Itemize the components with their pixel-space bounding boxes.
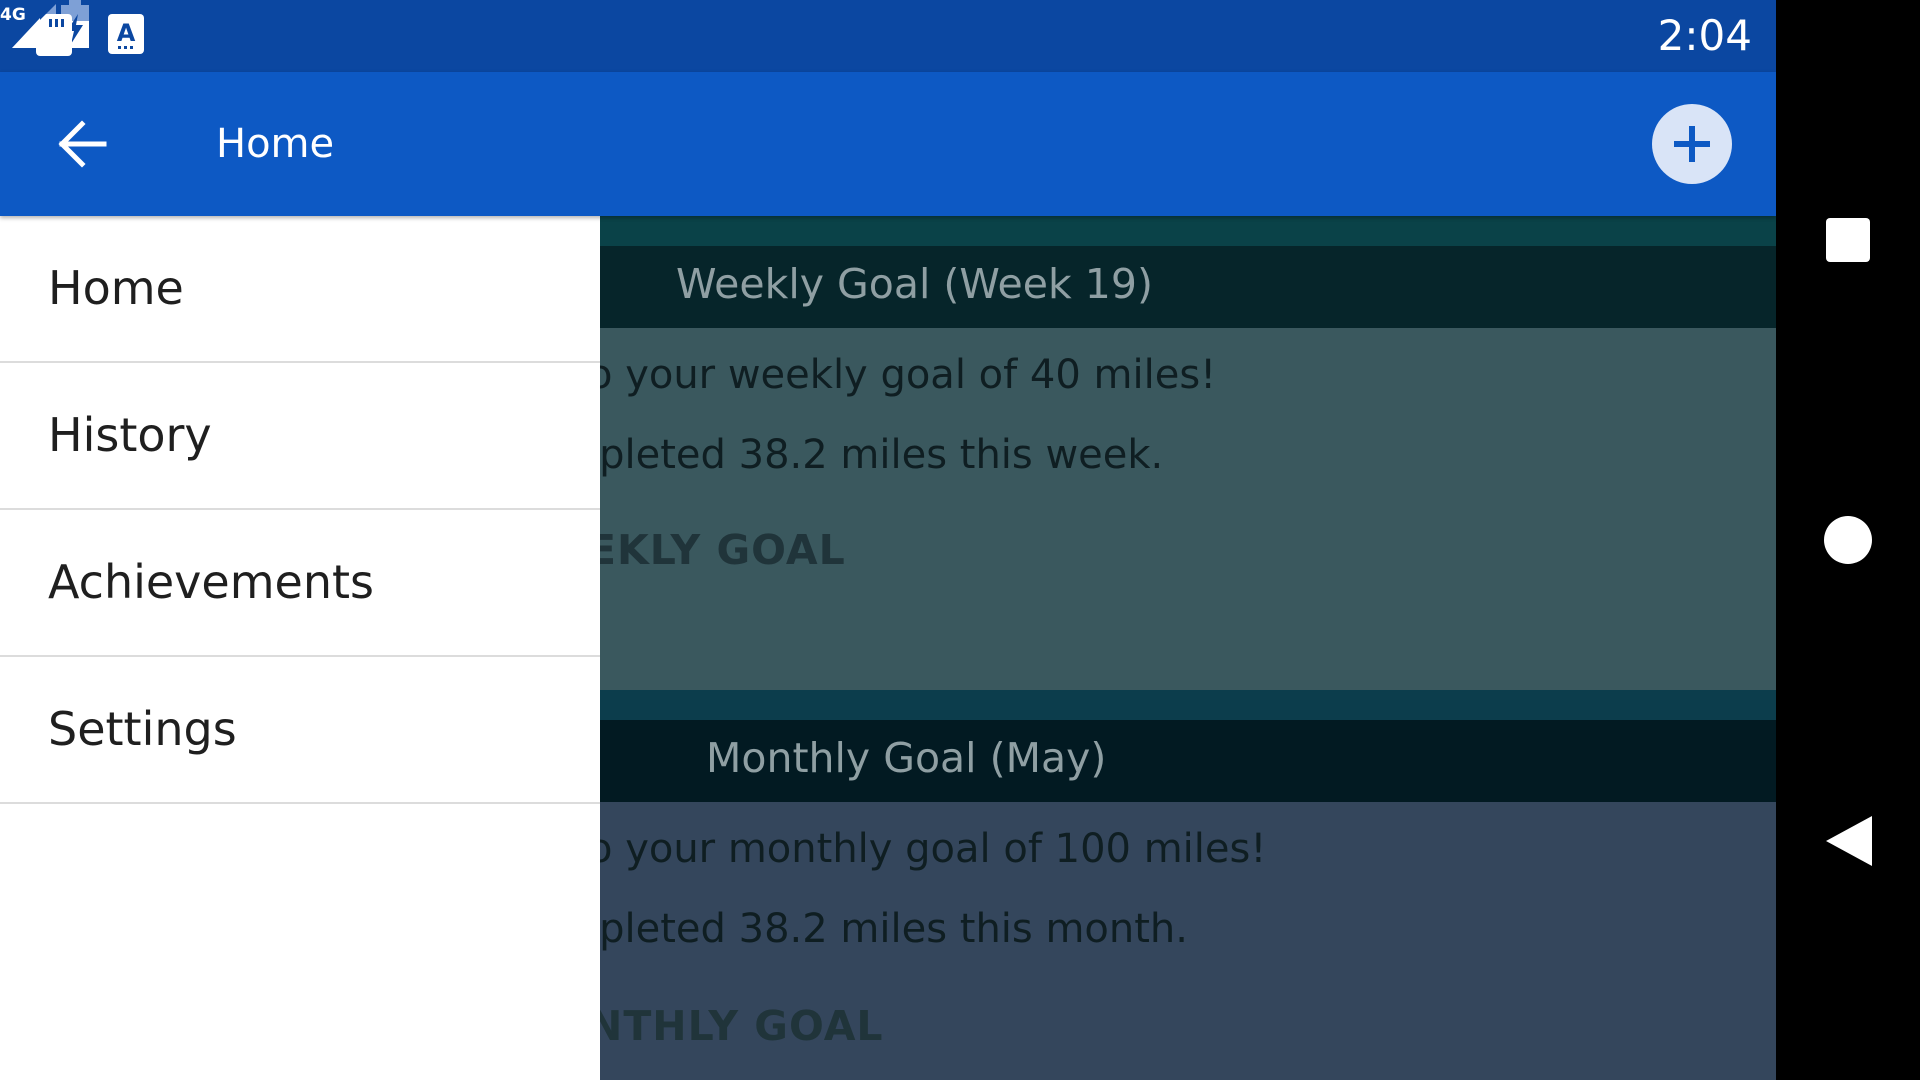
system-nav-bar (1776, 0, 1920, 1080)
drawer-item-label: Settings (48, 702, 237, 756)
drawer-item-achievements[interactable]: Achievements (0, 510, 600, 657)
monthly-goal-title: Monthly Goal (May) (706, 734, 1107, 782)
plus-icon (1674, 126, 1710, 162)
weekly-goal-text: o your weekly goal of 40 miles! (588, 352, 1217, 398)
back-icon[interactable] (1824, 816, 1872, 866)
back-button[interactable] (42, 108, 122, 180)
keyboard-icon: A (108, 14, 144, 54)
navigation-drawer: Home History Achievements Settings (0, 216, 600, 1080)
drawer-item-label: History (48, 408, 212, 462)
arrow-left-icon (58, 120, 107, 168)
drawer-item-history[interactable]: History (0, 363, 600, 510)
drawer-item-label: Achievements (48, 555, 374, 609)
drawer-item-label: Home (48, 261, 184, 315)
network-type-label: 4G (0, 5, 26, 25)
weekly-goal-title: Weekly Goal (Week 19) (676, 260, 1153, 308)
screen: A 4G 2:04 Home Weekly Goal (Week 19) o y… (0, 0, 1776, 1080)
sd-card-icon (36, 14, 72, 56)
page-title: Home (216, 121, 335, 167)
recents-icon[interactable] (1826, 218, 1870, 262)
weekly-progress-text: ıpleted 38.2 miles this week. (588, 432, 1164, 478)
edit-weekly-goal-button[interactable]: EKLY GOAL (588, 526, 846, 574)
clock: 2:04 (1657, 11, 1752, 60)
app-bar: Home (0, 72, 1776, 216)
add-button[interactable] (1652, 104, 1732, 184)
status-bar: A 4G 2:04 (0, 0, 1776, 72)
edit-monthly-goal-button[interactable]: NTHLY GOAL (588, 1002, 884, 1050)
drawer-item-home[interactable]: Home (0, 216, 600, 363)
monthly-goal-text: o your monthly goal of 100 miles! (588, 826, 1267, 872)
drawer-item-settings[interactable]: Settings (0, 657, 600, 804)
monthly-progress-text: ıpleted 38.2 miles this month. (588, 906, 1188, 952)
home-icon[interactable] (1824, 516, 1872, 564)
svg-text:A: A (117, 19, 136, 47)
